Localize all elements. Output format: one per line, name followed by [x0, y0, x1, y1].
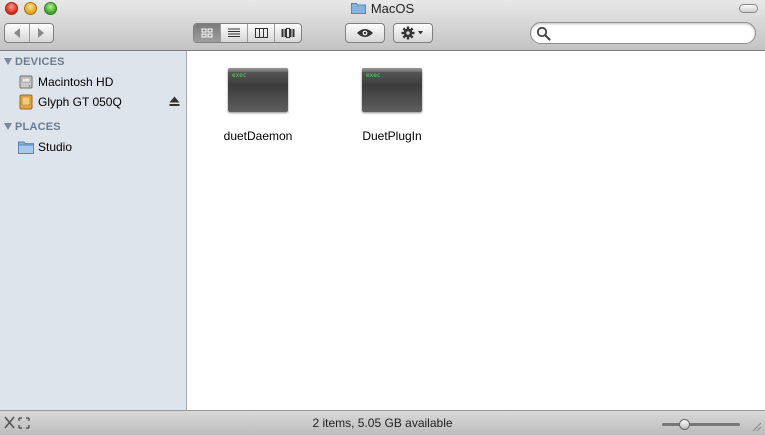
list-view-icon	[228, 28, 240, 37]
column-view-button[interactable]	[247, 24, 274, 42]
folder-icon	[350, 3, 366, 14]
status-bar: 2 items, 5.05 GB available	[0, 410, 765, 435]
list-view-button[interactable]	[220, 24, 247, 42]
status-text: 2 items, 5.05 GB available	[312, 416, 453, 430]
folder-icon	[18, 141, 34, 154]
file-item-duetdaemon[interactable]: exec duetDaemon	[203, 68, 313, 143]
sidebar-item-label: Studio	[38, 139, 73, 154]
unix-executable-icon: exec	[228, 68, 288, 112]
column-view-icon	[254, 28, 268, 38]
chevron-left-icon	[13, 28, 20, 38]
sidebar-item-label: Macintosh HD	[38, 74, 114, 89]
search-input[interactable]	[553, 25, 752, 42]
search-icon	[536, 26, 551, 41]
file-name: duetDaemon	[223, 129, 293, 143]
icon-view-icon	[201, 28, 213, 38]
sidebar-section-places[interactable]: PLACES	[4, 121, 61, 133]
file-name: DuetPlugIn	[362, 129, 422, 143]
window-toolbar: MacOS	[0, 0, 765, 51]
sidebar-item-macintosh-hd[interactable]: Macintosh HD	[18, 73, 113, 90]
view-mode-control	[193, 23, 302, 43]
exec-badge: exec	[366, 72, 381, 79]
back-button[interactable]	[5, 24, 29, 42]
sidebar: DEVICES Macintosh HD Glyph GT 050Q PLACE…	[0, 51, 187, 410]
quick-look-button[interactable]	[345, 23, 385, 43]
sidebar-item-glyph-gt-050q[interactable]: Glyph GT 050Q	[18, 93, 122, 110]
sidebar-section-devices[interactable]: DEVICES	[4, 56, 65, 68]
external-drive-icon	[19, 94, 33, 109]
sidebar-item-label: Glyph GT 050Q	[38, 94, 122, 109]
eject-icon[interactable]	[169, 96, 180, 107]
file-item-duetplugin[interactable]: exec DuetPlugIn	[337, 68, 447, 143]
icon-view-button[interactable]	[194, 24, 220, 42]
coverflow-view-icon	[281, 28, 295, 38]
sidebar-item-studio[interactable]: Studio	[18, 138, 72, 155]
unix-executable-icon: exec	[362, 68, 422, 112]
toolbar-toggle-button[interactable]	[739, 4, 758, 13]
search-field[interactable]	[530, 22, 756, 44]
gear-icon	[401, 26, 423, 40]
icon-size-slider[interactable]	[662, 419, 740, 430]
disclosure-triangle-icon	[4, 123, 12, 130]
hard-drive-icon	[19, 75, 33, 88]
coverflow-view-button[interactable]	[274, 24, 301, 42]
file-browser-area: exec duetDaemon exec DuetPlugIn	[188, 51, 765, 410]
window-title: MacOS	[370, 1, 415, 16]
eye-icon	[357, 29, 373, 37]
back-forward-control	[4, 23, 54, 43]
exec-badge: exec	[232, 72, 247, 79]
disclosure-triangle-icon	[4, 58, 12, 65]
chevron-right-icon	[38, 28, 45, 38]
action-menu-button[interactable]	[393, 23, 433, 43]
forward-button[interactable]	[28, 24, 54, 42]
slider-knob[interactable]	[679, 419, 690, 430]
window-title-container: MacOS	[0, 1, 765, 16]
resize-grip-icon[interactable]	[750, 420, 762, 432]
